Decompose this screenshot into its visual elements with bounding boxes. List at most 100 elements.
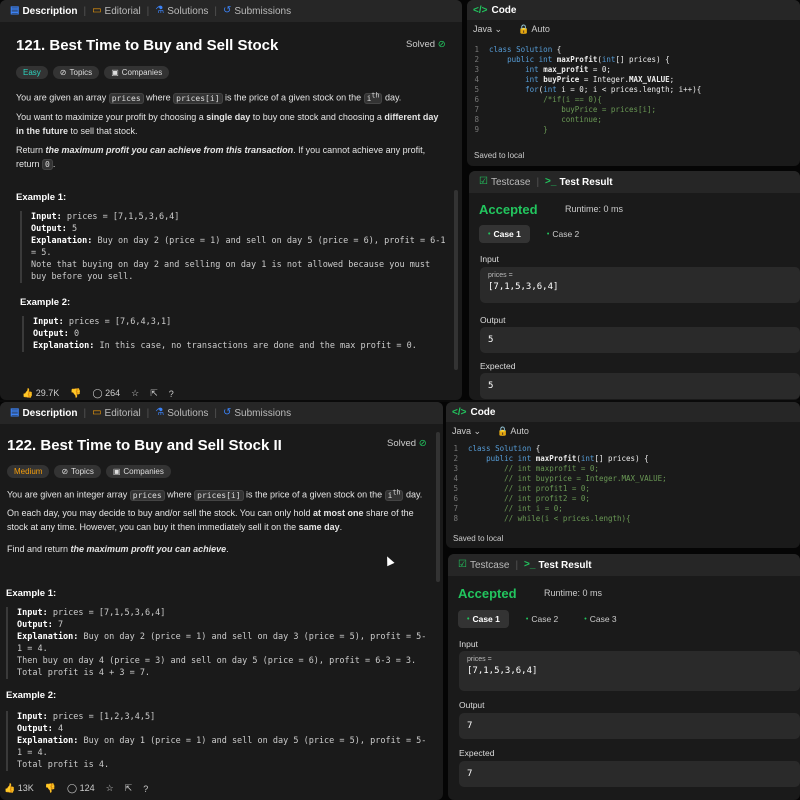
tab-editorial[interactable]: ▭ Editorial bbox=[88, 6, 145, 17]
case-tab[interactable]: • Case 3 bbox=[575, 610, 625, 628]
tab-description[interactable]: ▤ Description bbox=[6, 408, 81, 419]
saved-status: Saved to local bbox=[474, 151, 525, 160]
status-dot-icon: • bbox=[525, 615, 529, 623]
star-icon[interactable]: ☆ bbox=[106, 783, 114, 794]
check-circle-icon: ⊘ bbox=[418, 438, 427, 449]
tab-submissions[interactable]: ↺ Submissions bbox=[219, 6, 295, 17]
tab-test-result[interactable]: >_ Test Result bbox=[520, 560, 596, 571]
problem-title[interactable]: 121. Best Time to Buy and Sell Stock bbox=[16, 37, 278, 54]
code-text: class Solution { bbox=[468, 444, 541, 453]
output-box: 5 bbox=[480, 327, 800, 353]
description-para-1: You are given an integer array prices wh… bbox=[7, 488, 423, 501]
code-line[interactable]: 6 /*if(i == 0){ bbox=[467, 95, 800, 105]
code-line[interactable]: 3 // int maxprofit = 0; bbox=[446, 464, 800, 474]
share-icon[interactable]: ⇱ bbox=[150, 388, 158, 399]
code-editor[interactable]: 1 class Solution {2 public int maxProfit(… bbox=[467, 45, 800, 135]
language-row: Java ⌄ 🔒 Auto bbox=[467, 20, 800, 38]
tab-testcase[interactable]: ☑ Testcase bbox=[454, 560, 513, 571]
expected-label: Expected bbox=[459, 748, 495, 758]
case-tab[interactable]: • Case 1 bbox=[458, 610, 509, 628]
like-button[interactable]: 👍 13K bbox=[4, 783, 34, 794]
case-tab-label: Case 1 bbox=[493, 229, 521, 239]
thumbs-up-icon: 👍 bbox=[4, 783, 16, 793]
code-line[interactable]: 6 // int profit2 = 0; bbox=[446, 494, 800, 504]
code-icon: </> bbox=[473, 4, 488, 16]
accepted-status: Accepted bbox=[479, 202, 538, 217]
code-line[interactable]: 8 continue; bbox=[467, 115, 800, 125]
tab-submissions[interactable]: ↺ Submissions bbox=[219, 408, 295, 419]
description-para-1: You are given an array prices where pric… bbox=[16, 91, 402, 104]
help-icon[interactable]: ? bbox=[143, 784, 148, 794]
description-scrollbar[interactable] bbox=[436, 432, 440, 582]
example-2-heading: Example 2: bbox=[20, 297, 71, 308]
code-line[interactable]: 1 class Solution { bbox=[446, 444, 800, 454]
star-icon[interactable]: ☆ bbox=[131, 388, 139, 399]
dislike-icon[interactable]: 👎 bbox=[45, 783, 56, 794]
like-button[interactable]: 👍 29.7K bbox=[22, 388, 59, 399]
code-text: public int maxProfit(int[] prices) { bbox=[486, 454, 649, 463]
line-number: 1 bbox=[453, 444, 458, 453]
dislike-icon[interactable]: 👎 bbox=[70, 388, 81, 399]
line-number: 2 bbox=[453, 454, 458, 463]
tag-icon: ⊘ bbox=[61, 467, 69, 476]
code-line[interactable]: 4 // int buyprice = Integer.MAX_VALUE; bbox=[446, 474, 800, 484]
line-number: 6 bbox=[453, 494, 458, 503]
chevron-down-icon: ⌄ bbox=[494, 23, 503, 34]
code-line[interactable]: 4 int buyPrice = Integer.MAX_VALUE; bbox=[467, 75, 800, 85]
code-text: int buyPrice = Integer.MAX_VALUE; bbox=[525, 75, 675, 84]
expected-box: 7 bbox=[459, 761, 800, 787]
tab-description[interactable]: ▤ Description bbox=[6, 6, 81, 17]
check-circle-icon: ⊘ bbox=[437, 39, 446, 50]
description-scrollbar[interactable] bbox=[454, 190, 458, 370]
difficulty-badge: Easy bbox=[16, 66, 48, 79]
code-text: // int buyprice = Integer.MAX_VALUE; bbox=[468, 474, 667, 483]
tab-test-result[interactable]: >_ Test Result bbox=[541, 177, 617, 188]
output-box: 7 bbox=[459, 713, 800, 739]
book-icon: ▭ bbox=[92, 407, 102, 418]
language-select[interactable]: Java ⌄ bbox=[473, 24, 502, 35]
comments-button[interactable]: ◯ 264 bbox=[92, 388, 120, 399]
code-line[interactable]: 8 // while(i < prices.length){ bbox=[446, 514, 800, 524]
topics-button[interactable]: ⊘ Topics bbox=[54, 465, 101, 478]
tab-editorial[interactable]: ▭ Editorial bbox=[88, 408, 145, 419]
code-editor[interactable]: 1 class Solution {2 public int maxProfit(… bbox=[446, 444, 800, 524]
problem-title[interactable]: 122. Best Time to Buy and Sell Stock II bbox=[7, 437, 282, 454]
topics-button[interactable]: ⊘ Topics bbox=[52, 66, 100, 79]
case-tab[interactable]: • Case 1 bbox=[479, 225, 530, 243]
history-icon: ↺ bbox=[223, 5, 232, 16]
code-line[interactable]: 1 class Solution { bbox=[467, 45, 800, 55]
comments-button[interactable]: ◯ 124 bbox=[67, 783, 95, 794]
example-1-block: Input: prices = [7,1,5,3,6,4] Output: 7 … bbox=[6, 607, 428, 679]
code-line[interactable]: 7 // int i = 0; bbox=[446, 504, 800, 514]
mouse-cursor bbox=[383, 554, 395, 567]
status-dot-icon: • bbox=[546, 230, 550, 238]
language-select[interactable]: Java ⌄ bbox=[452, 426, 481, 437]
help-icon[interactable]: ? bbox=[169, 389, 174, 399]
code-text: buyPrice = prices[i]; bbox=[489, 105, 657, 114]
companies-button[interactable]: ▣ Companies bbox=[105, 465, 171, 478]
line-number: 2 bbox=[474, 55, 479, 64]
case-tab[interactable]: • Case 2 bbox=[538, 225, 588, 243]
thumbs-up-icon: 👍 bbox=[22, 388, 34, 398]
code-line[interactable]: 2 public int maxProfit(int[] prices) { bbox=[446, 454, 800, 464]
code-line[interactable]: 5 for(int i = 0; i < prices.length; i++)… bbox=[467, 85, 800, 95]
terminal-icon: >_ bbox=[545, 176, 557, 187]
case-tab-label: Case 1 bbox=[472, 614, 500, 624]
input-value: [7,1,5,3,6,4] bbox=[488, 282, 559, 292]
code-line[interactable]: 9 } bbox=[467, 125, 800, 135]
expected-box: 5 bbox=[480, 373, 800, 399]
tab-solutions[interactable]: ⚗ Solutions bbox=[151, 408, 212, 419]
code-line[interactable]: 2 public int maxProfit(int[] prices) { bbox=[467, 55, 800, 65]
code-line[interactable]: 5 // int profit1 = 0; bbox=[446, 484, 800, 494]
case-tab-label: Case 3 bbox=[589, 614, 617, 624]
code-line[interactable]: 7 buyPrice = prices[i]; bbox=[467, 105, 800, 115]
tab-testcase[interactable]: ☑ Testcase bbox=[475, 177, 534, 188]
description-para-3: Return the maximum profit you can achiev… bbox=[16, 145, 426, 170]
code-line[interactable]: 3 int max_profit = 0; bbox=[467, 65, 800, 75]
screen-bottom: ▤ Description | ▭ Editorial | ⚗ Solutions | ↺ S… bbox=[0, 402, 800, 800]
share-icon[interactable]: ⇱ bbox=[125, 783, 133, 794]
case-tab[interactable]: • Case 2 bbox=[517, 610, 567, 628]
companies-button[interactable]: ▣ Companies bbox=[104, 66, 170, 79]
tab-solutions[interactable]: ⚗ Solutions bbox=[151, 6, 212, 17]
result-pane: ☑ Testcase | >_ Test Result Accepted Runtim… bbox=[448, 554, 800, 800]
